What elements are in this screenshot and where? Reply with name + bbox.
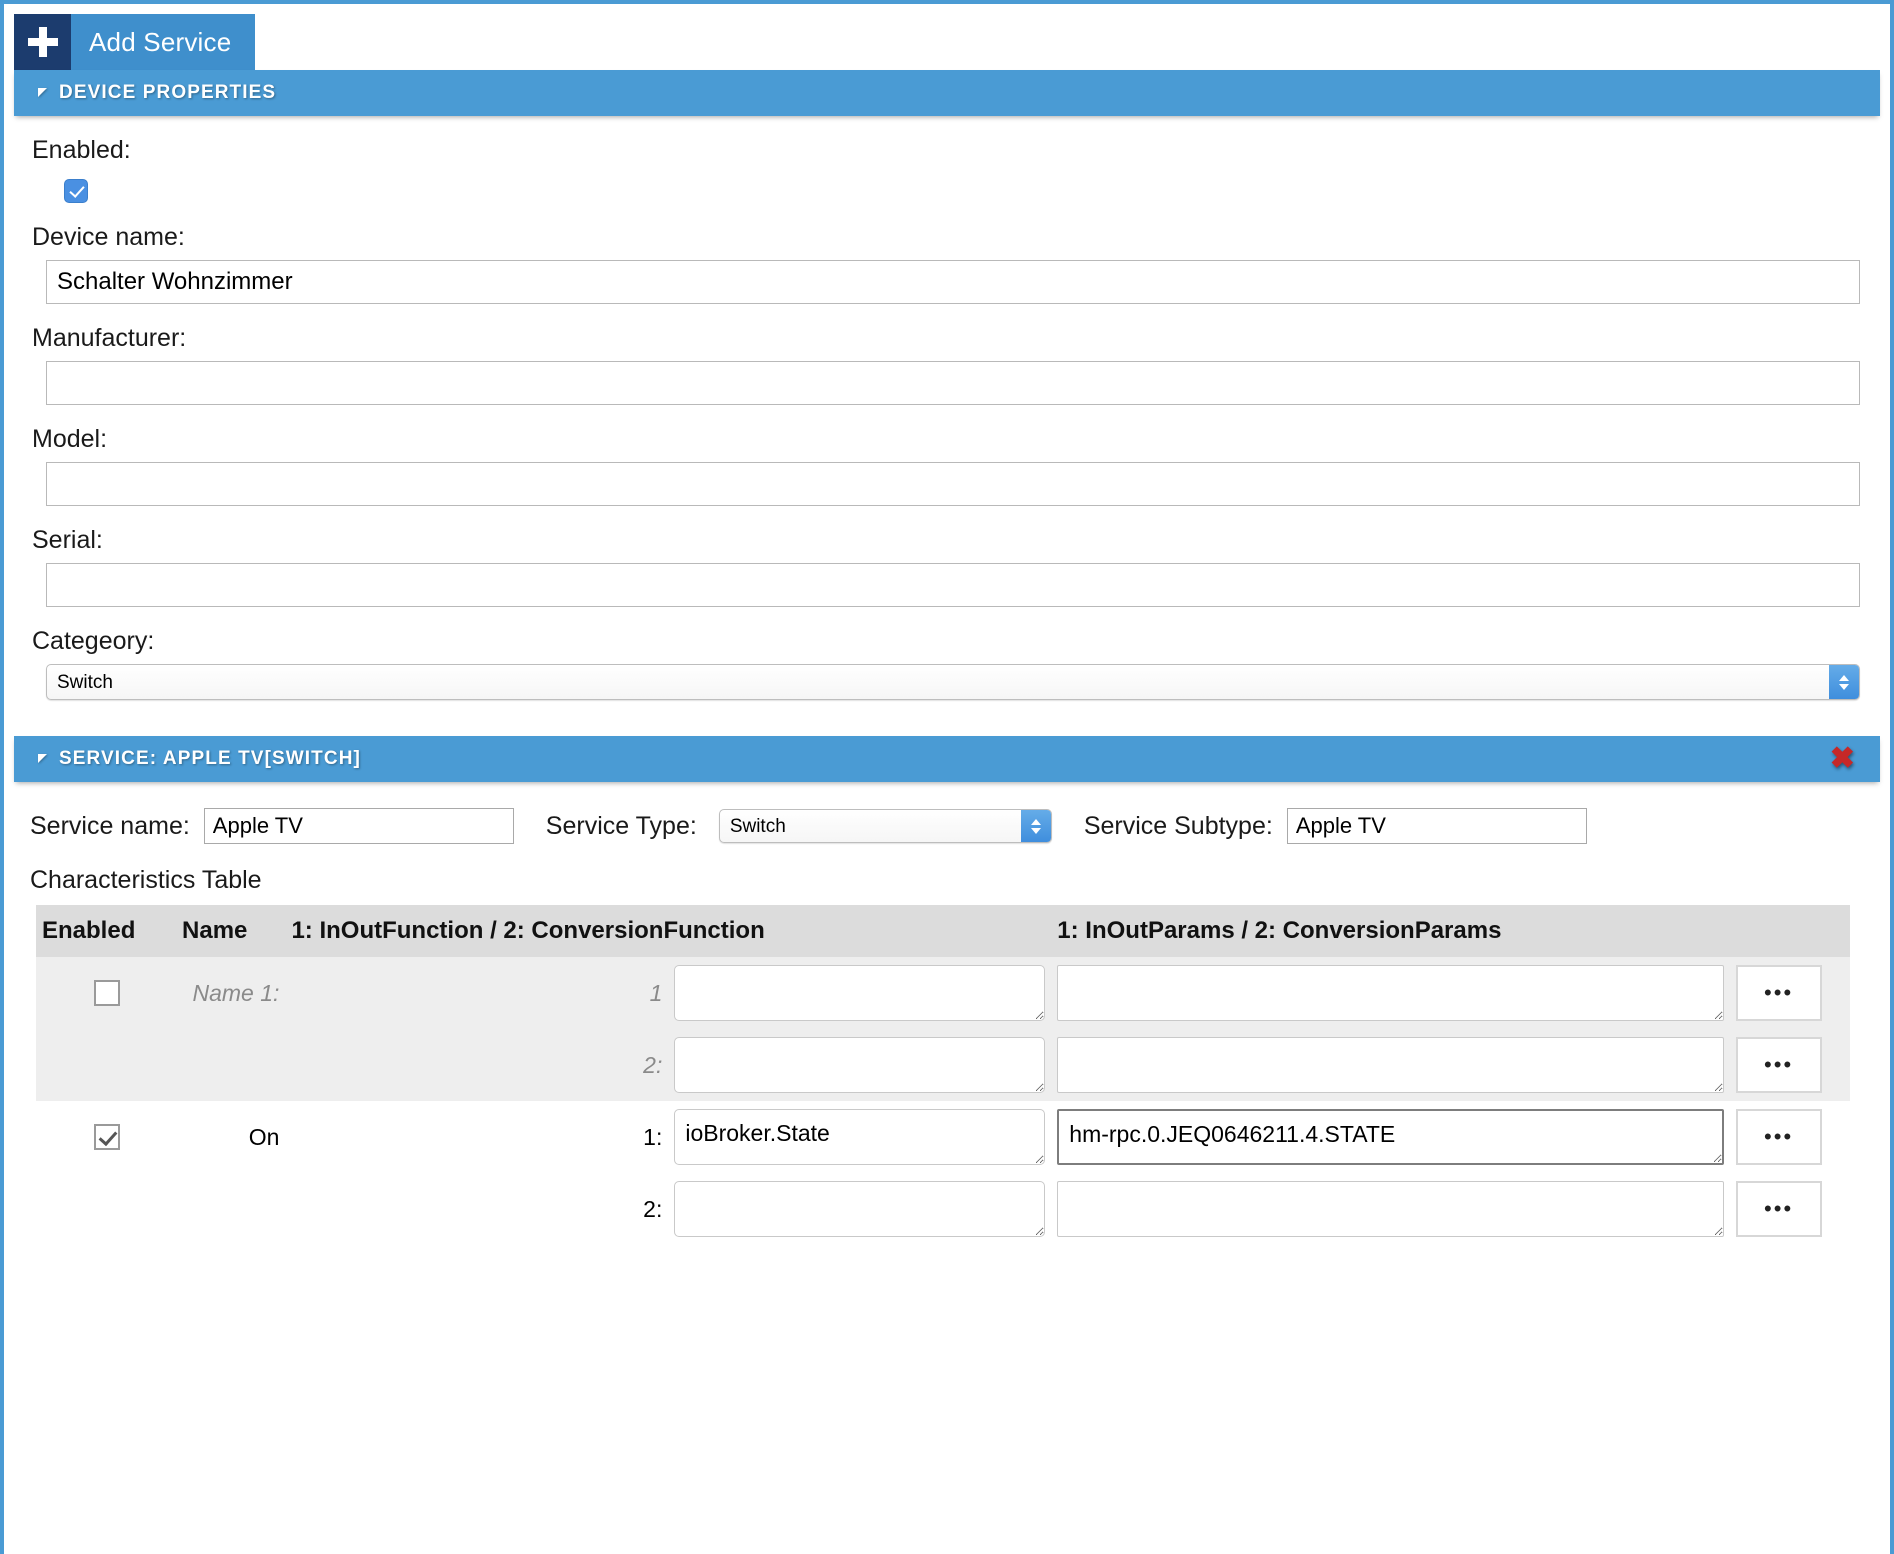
row-actions-cell: ••• [1729,1029,1850,1101]
col-params: 1: InOutParams / 2: ConversionParams [1051,905,1730,957]
row-actions-cell: ••• [1729,1173,1850,1245]
row-params-cell [1051,1173,1730,1245]
row-browse-button[interactable]: ••• [1735,1037,1822,1093]
row-params-textarea[interactable] [1057,1181,1724,1237]
row-params-cell [1051,1029,1730,1101]
table-row: On 1: ••• [36,1101,1850,1173]
service-section: SERVICE: APPLE TV[SWITCH] ✖ Service name… [4,736,1890,1245]
row-browse-button[interactable]: ••• [1735,1109,1822,1165]
characteristics-table-label: Characteristics Table [30,866,262,894]
manufacturer-input[interactable] [46,361,1860,405]
category-select[interactable]: Switch [46,664,1860,700]
row-function-textarea[interactable] [674,1181,1046,1237]
row-actions-cell: ••• [1729,1101,1850,1173]
row-enabled-cell [36,1101,177,1173]
row-params-cell [1051,957,1730,1029]
service-title: SERVICE: APPLE TV[SWITCH] [59,748,361,769]
table-row: 2: ••• [36,1173,1850,1245]
serial-label: Serial: [32,526,103,554]
model-label: Model: [32,425,108,453]
service-type-label: Service Type: [545,811,697,840]
row-function-textarea[interactable] [674,1109,1046,1165]
row-function-cell [668,1173,1052,1245]
row-params-cell [1051,1101,1730,1173]
col-actions [1729,905,1850,957]
service-collapse-caret-icon[interactable] [38,753,47,763]
col-name: Name [176,905,286,957]
device-properties-form: Enabled: Device name: Manufacturer: Mode… [4,136,1890,700]
row-function-textarea[interactable] [674,965,1046,1021]
model-input[interactable] [46,462,1860,506]
col-enabled: Enabled [36,905,177,957]
service-meta-row: Service name: Service Type: Switch Servi… [30,808,1870,844]
enabled-checkbox[interactable] [64,179,88,203]
device-properties-header[interactable]: DEVICE PROPERTIES [14,70,1880,116]
row-actions-cell: ••• [1729,957,1850,1029]
row-name [176,1173,286,1245]
row-index: 1: [285,1101,669,1173]
add-service-button[interactable]: Add Service [14,14,256,70]
close-x-icon[interactable]: ✖ [1830,744,1856,774]
enabled-label: Enabled: [32,136,131,164]
service-type-select[interactable]: Switch [718,809,1052,843]
service-body: Service name: Service Type: Switch Servi… [4,808,1890,1245]
row-function-cell [668,1101,1052,1173]
row-enabled-cell [36,1029,177,1101]
row-function-cell [668,1029,1052,1101]
row-function-cell [668,957,1052,1029]
service-name-label: Service name: [30,811,190,840]
add-service-label: Add Service [89,26,232,57]
row-enabled-checkbox[interactable] [93,980,120,1006]
service-header[interactable]: SERVICE: APPLE TV[SWITCH] ✖ [14,736,1880,782]
category-select-wrapper[interactable]: Switch [46,664,1860,700]
characteristic-group-2: On 1: ••• [36,1101,1850,1245]
table-head: Enabled Name 1: InOutFunction / 2: Conve… [36,905,1850,957]
characteristic-group-1: Name 1: 1 ••• 2: ••• [36,957,1850,1101]
category-label: Categeory: [32,627,155,655]
row-params-textarea[interactable] [1057,1109,1724,1165]
table-row: 2: ••• [36,1029,1850,1101]
row-params-textarea[interactable] [1057,965,1724,1021]
table-row: Name 1: 1 ••• [36,957,1850,1029]
table-header-row: Enabled Name 1: InOutFunction / 2: Conve… [36,905,1850,957]
characteristics-table: Enabled Name 1: InOutFunction / 2: Conve… [36,905,1850,1245]
serial-input[interactable] [46,563,1860,607]
device-properties-title: DEVICE PROPERTIES [59,82,277,103]
row-index: 1 [285,957,669,1029]
plus-icon [14,14,71,70]
service-subtype-input[interactable] [1286,808,1587,844]
device-name-label: Device name: [32,223,185,251]
service-subtype-label: Service Subtype: [1083,811,1273,840]
row-name [176,1029,286,1101]
collapse-caret-icon[interactable] [38,87,47,97]
row-enabled-checkbox[interactable] [93,1124,120,1150]
device-name-input[interactable] [46,260,1860,304]
row-name: On [176,1101,286,1173]
col-function: 1: InOutFunction / 2: ConversionFunction [285,905,1052,957]
row-index: 2: [285,1029,669,1101]
row-enabled-cell [36,1173,177,1245]
row-function-textarea[interactable] [674,1037,1046,1093]
service-name-input[interactable] [203,808,514,844]
service-type-select-wrapper[interactable]: Switch [718,809,1052,843]
row-browse-button[interactable]: ••• [1735,1181,1822,1237]
row-browse-button[interactable]: ••• [1735,965,1822,1021]
row-index: 2: [285,1173,669,1245]
row-enabled-cell [36,957,177,1029]
toolbar: Add Service [4,4,1890,70]
row-name: Name 1: [176,957,286,1029]
row-params-textarea[interactable] [1057,1037,1724,1093]
manufacturer-label: Manufacturer: [32,324,187,352]
